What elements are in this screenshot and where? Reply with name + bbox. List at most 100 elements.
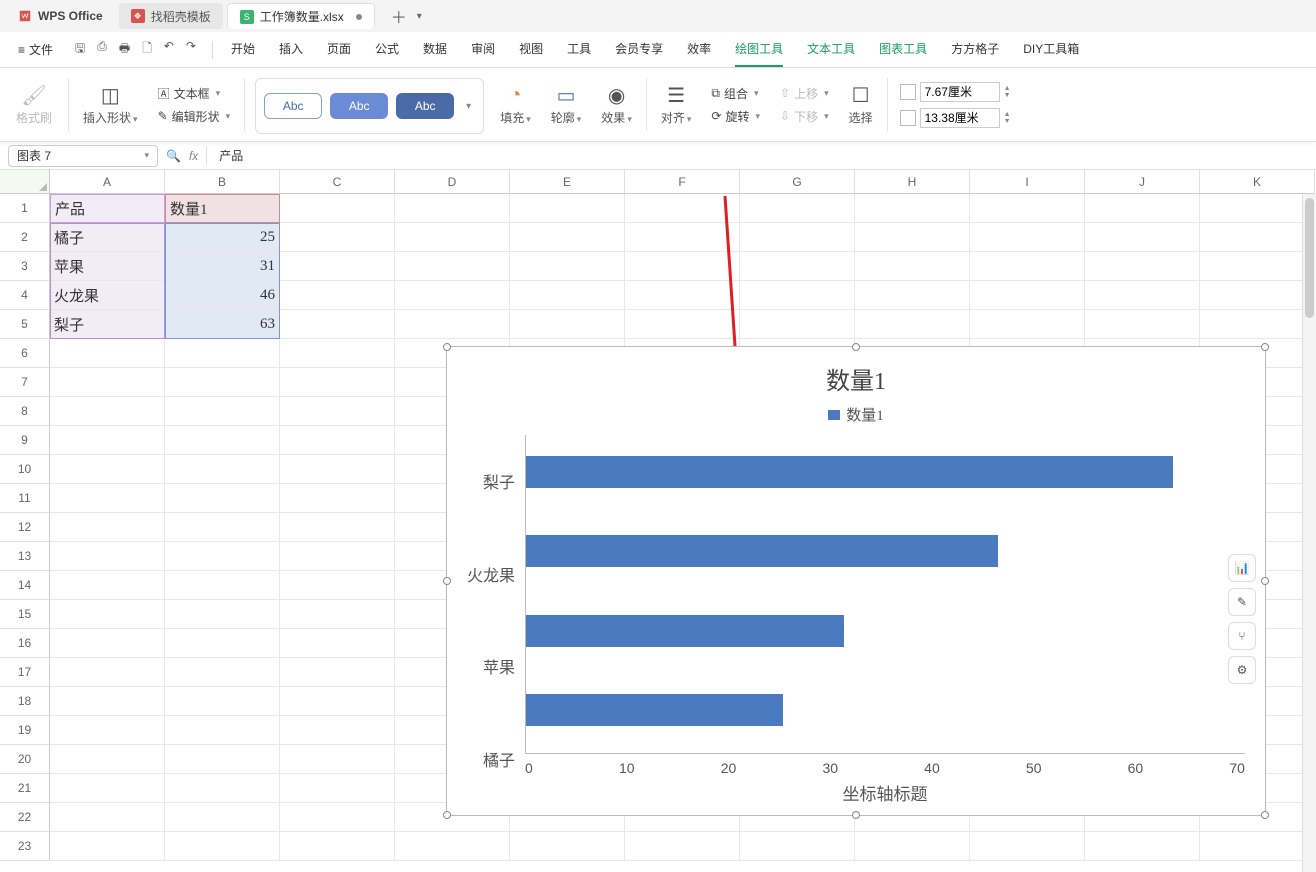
cell[interactable] bbox=[50, 513, 165, 542]
tab-text-tools[interactable]: 文本工具 bbox=[807, 32, 855, 67]
cell[interactable] bbox=[280, 774, 395, 803]
cell[interactable] bbox=[510, 832, 625, 861]
cell[interactable] bbox=[1200, 832, 1315, 861]
row-header[interactable]: 20 bbox=[0, 745, 50, 774]
chart-bar[interactable] bbox=[526, 456, 1173, 488]
column-header[interactable]: D bbox=[395, 170, 510, 194]
chart-object[interactable]: 数量1 数量1 梨子火龙果苹果橘子 010203040506070 坐标轴标题 bbox=[446, 346, 1266, 816]
undo-icon[interactable]: ↶ bbox=[162, 37, 176, 62]
cell[interactable] bbox=[1200, 310, 1315, 339]
cell[interactable]: 46 bbox=[165, 281, 280, 310]
cell[interactable] bbox=[165, 745, 280, 774]
cell[interactable] bbox=[970, 832, 1085, 861]
cell[interactable] bbox=[165, 426, 280, 455]
cell[interactable] bbox=[165, 803, 280, 832]
tab-view[interactable]: 视图 bbox=[519, 32, 543, 67]
cell[interactable] bbox=[165, 629, 280, 658]
cell[interactable] bbox=[165, 600, 280, 629]
cell[interactable] bbox=[970, 281, 1085, 310]
row-header[interactable]: 18 bbox=[0, 687, 50, 716]
select-button[interactable]: ☐选择 bbox=[849, 83, 873, 126]
row-header[interactable]: 8 bbox=[0, 397, 50, 426]
cell[interactable] bbox=[740, 281, 855, 310]
chart-elements-button[interactable]: 📊 bbox=[1228, 554, 1256, 582]
tab-chart-tools[interactable]: 图表工具 bbox=[879, 32, 927, 67]
cell[interactable] bbox=[740, 310, 855, 339]
chart-x-axis-title[interactable]: 坐标轴标题 bbox=[525, 780, 1245, 805]
cell[interactable] bbox=[50, 600, 165, 629]
cell[interactable] bbox=[280, 745, 395, 774]
cell[interactable] bbox=[625, 310, 740, 339]
cell[interactable] bbox=[50, 832, 165, 861]
cell[interactable] bbox=[50, 426, 165, 455]
doc-tab-workbook[interactable]: S 工作簿数量.xlsx bbox=[227, 3, 375, 29]
fx-icon[interactable]: fx bbox=[189, 149, 198, 163]
cell[interactable] bbox=[165, 716, 280, 745]
print-icon[interactable]: 🖶 bbox=[117, 37, 132, 62]
tab-formula[interactable]: 公式 bbox=[375, 32, 399, 67]
cell[interactable] bbox=[50, 368, 165, 397]
formula-content[interactable]: 产品 bbox=[219, 147, 243, 164]
column-header[interactable]: A bbox=[50, 170, 165, 194]
file-menu-button[interactable]: ≡ 文件 bbox=[8, 37, 63, 62]
cell[interactable] bbox=[855, 194, 970, 223]
cell[interactable] bbox=[740, 832, 855, 861]
row-header[interactable]: 11 bbox=[0, 484, 50, 513]
row-header[interactable]: 17 bbox=[0, 658, 50, 687]
cell[interactable] bbox=[280, 368, 395, 397]
cell[interactable] bbox=[280, 687, 395, 716]
cell[interactable] bbox=[165, 658, 280, 687]
row-header[interactable]: 2 bbox=[0, 223, 50, 252]
cell[interactable] bbox=[280, 310, 395, 339]
column-header[interactable]: K bbox=[1200, 170, 1315, 194]
resize-handle[interactable] bbox=[443, 343, 451, 351]
resize-handle[interactable] bbox=[443, 577, 451, 585]
height-spinner[interactable]: ▲▼ bbox=[1004, 85, 1011, 99]
save-icon[interactable]: 🖫 bbox=[73, 37, 87, 62]
cell[interactable] bbox=[1200, 281, 1315, 310]
cell[interactable] bbox=[50, 629, 165, 658]
print-preview-icon[interactable]: 🗋 bbox=[140, 37, 154, 62]
height-input[interactable] bbox=[920, 82, 1000, 102]
cell[interactable]: 63 bbox=[165, 310, 280, 339]
resize-handle[interactable] bbox=[443, 811, 451, 819]
cell[interactable] bbox=[165, 339, 280, 368]
redo-icon[interactable]: ↷ bbox=[184, 37, 198, 62]
column-header[interactable]: F bbox=[625, 170, 740, 194]
cell[interactable] bbox=[855, 252, 970, 281]
tab-data[interactable]: 数据 bbox=[423, 32, 447, 67]
edit-shape-button[interactable]: ✎编辑形状▾ bbox=[158, 108, 231, 125]
row-header[interactable]: 22 bbox=[0, 803, 50, 832]
cell[interactable] bbox=[165, 542, 280, 571]
scrollbar-thumb[interactable] bbox=[1305, 198, 1314, 318]
group-button[interactable]: ⧉组合▾ bbox=[711, 85, 760, 102]
cell[interactable] bbox=[740, 194, 855, 223]
cell[interactable] bbox=[165, 455, 280, 484]
row-header[interactable]: 7 bbox=[0, 368, 50, 397]
spreadsheet-grid[interactable]: 1234567891011121314151617181920212223 AB… bbox=[0, 170, 1316, 872]
column-header[interactable]: B bbox=[165, 170, 280, 194]
tab-diy-toolbox[interactable]: DIY工具箱 bbox=[1023, 32, 1079, 67]
resize-handle[interactable] bbox=[1261, 343, 1269, 351]
resize-handle[interactable] bbox=[1261, 577, 1269, 585]
vertical-scrollbar[interactable] bbox=[1302, 194, 1316, 872]
cell[interactable] bbox=[970, 194, 1085, 223]
cell[interactable] bbox=[510, 310, 625, 339]
cell[interactable] bbox=[50, 484, 165, 513]
cell[interactable]: 梨子 bbox=[50, 310, 165, 339]
text-box-button[interactable]: 🄰文本框▾ bbox=[158, 85, 231, 102]
cell[interactable] bbox=[280, 716, 395, 745]
doc-tab-template[interactable]: ❖ 找稻壳模板 bbox=[119, 3, 223, 29]
cell[interactable] bbox=[280, 252, 395, 281]
chart-legend[interactable]: 数量1 bbox=[467, 404, 1245, 425]
cell[interactable] bbox=[855, 223, 970, 252]
chart-bar[interactable] bbox=[526, 694, 783, 726]
new-tab-button[interactable]: ＋ bbox=[385, 4, 413, 28]
row-headers[interactable]: 1234567891011121314151617181920212223 bbox=[0, 194, 50, 861]
cell[interactable] bbox=[970, 252, 1085, 281]
fill-button[interactable]: ◔填充▾ bbox=[500, 83, 531, 126]
width-spinner[interactable]: ▲▼ bbox=[1004, 111, 1011, 125]
column-header[interactable]: E bbox=[510, 170, 625, 194]
chart-settings-button[interactable]: ⚙ bbox=[1228, 656, 1256, 684]
cell[interactable] bbox=[740, 223, 855, 252]
